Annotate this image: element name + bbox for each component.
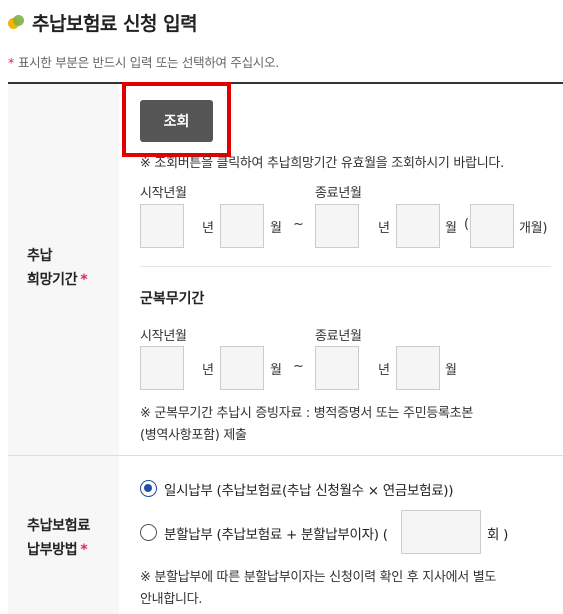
payment-label-line1: 추납보험료 (27, 518, 90, 534)
payment-note-line1: ※ 분할납부에 따른 분할납부이자는 신청이력 확인 후 지사에서 별도 (140, 570, 497, 585)
page-title-text: 추납보험료 신청 입력 (32, 13, 198, 35)
required-notice: * 표시한 부분은 반드시 입력 또는 선택하여 주십시오. (8, 52, 279, 71)
installment-unit: 회 ) (487, 527, 509, 543)
required-star: * (8, 55, 14, 70)
lump-sum-label[interactable]: 일시납부 (추납보험료(추납 신청월수 × 연금보험료)) (164, 479, 454, 499)
military-note-line2: (병역사항포함) 제출 (140, 428, 247, 443)
start-month-input[interactable] (220, 204, 264, 248)
lookup-button-highlight (122, 82, 231, 157)
installment-label[interactable]: 분할납부 (추납보험료 + 분할납부이자) ( (164, 523, 388, 543)
start-month-unit: 월 (270, 221, 282, 236)
military-title: 군복무기간 (140, 291, 205, 307)
military-range-tilde: ~ (293, 359, 304, 374)
lookup-hint: ※ 조회버튼을 클릭하여 추납희망기간 유효월을 조회하시기 바랍니다. (140, 156, 504, 171)
payment-label-line2: 납부방법 (27, 542, 78, 558)
required-mark: * (80, 542, 88, 558)
period-label-line2: 희망기간 (27, 272, 78, 288)
required-notice-text: 표시한 부분은 반드시 입력 또는 선택하여 주십시오. (17, 55, 279, 70)
military-start-month-unit: 월 (270, 363, 282, 378)
page-title: 추납보험료 신청 입력 (8, 9, 198, 36)
end-label: 종료년월 (315, 186, 362, 201)
period-row: 추납 희망기간 * (8, 84, 563, 456)
count-unit: 개월) (519, 221, 548, 236)
start-year-input[interactable] (140, 204, 184, 248)
period-label: 추납 희망기간 * (27, 244, 88, 292)
military-note-line1: ※ 군복무기간 추납시 증빙자료 : 병적증명서 또는 주민등록초본 (140, 406, 473, 421)
military-end-label: 종료년월 (315, 329, 362, 344)
installment-count-input[interactable] (401, 510, 481, 554)
title-bullet-icon (8, 14, 24, 31)
end-year-input[interactable] (315, 204, 359, 248)
military-start-year-input[interactable] (140, 346, 184, 390)
military-end-year-input[interactable] (315, 346, 359, 390)
payment-label-cell: 추납보험료 납부방법 * (8, 456, 119, 614)
period-label-line1: 추납 (27, 248, 53, 264)
military-start-year-unit: 년 (202, 363, 214, 378)
required-mark: * (80, 272, 88, 288)
military-end-month-input[interactable] (396, 346, 440, 390)
military-end-year-unit: 년 (378, 363, 390, 378)
payment-label: 추납보험료 납부방법 * (27, 514, 90, 562)
section-divider (140, 266, 551, 267)
month-count-input[interactable] (470, 204, 514, 248)
start-label: 시작년월 (140, 186, 187, 201)
period-label-cell: 추납 희망기간 * (8, 84, 119, 455)
end-month-unit: 월 (445, 221, 457, 236)
installment-radio[interactable] (140, 524, 157, 541)
count-open-paren: ( (464, 217, 469, 232)
lump-sum-radio[interactable] (140, 480, 157, 497)
military-start-month-input[interactable] (220, 346, 264, 390)
military-start-label: 시작년월 (140, 329, 187, 344)
end-month-input[interactable] (396, 204, 440, 248)
end-year-unit: 년 (378, 221, 390, 236)
military-end-month-unit: 월 (445, 363, 457, 378)
payment-note-line2: 안내합니다. (140, 592, 203, 607)
range-tilde: ~ (293, 217, 304, 232)
start-year-unit: 년 (202, 221, 214, 236)
